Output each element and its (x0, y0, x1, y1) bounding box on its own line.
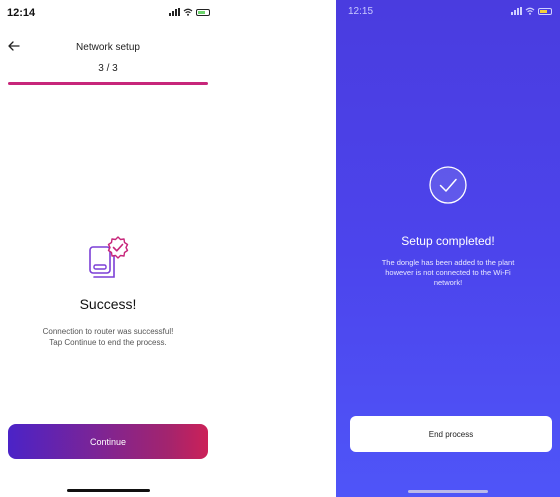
check-circle-icon (429, 166, 467, 204)
progress-fill (8, 82, 208, 85)
end-process-button[interactable]: End process (350, 416, 552, 452)
signal-icon (511, 7, 522, 15)
home-indicator (408, 490, 488, 493)
setup-completed-screen: 12:15 Setup completed! The dongle has be… (336, 0, 560, 497)
setup-message: The dongle has been added to the plant h… (348, 258, 548, 288)
message-line: network! (433, 278, 463, 287)
status-icons (169, 8, 210, 16)
status-bar: 12:14 (0, 0, 216, 26)
success-title: Success! (79, 296, 137, 312)
network-setup-screen: 12:14 Network setup 3 / 3 Success! Conne… (0, 0, 216, 497)
status-bar: 12:15 (336, 0, 560, 26)
message-line: Connection to router was successful! (42, 327, 174, 336)
message-line: Tap Continue to end the process. (49, 338, 167, 347)
continue-button[interactable]: Continue (8, 424, 208, 459)
progress-bar (8, 82, 208, 85)
device-check-icon (89, 236, 129, 278)
setup-title: Setup completed! (401, 234, 495, 248)
home-indicator (67, 489, 150, 492)
status-icons (511, 7, 552, 15)
wifi-icon (183, 8, 193, 16)
screenshot-stage: 12:14 Network setup 3 / 3 Success! Conne… (0, 0, 560, 497)
message-line: The dongle has been added to the plant (381, 258, 515, 267)
signal-icon (169, 8, 180, 16)
battery-icon (196, 8, 210, 16)
success-message: Connection to router was successful! Tap… (10, 326, 206, 348)
battery-icon (538, 7, 552, 15)
wifi-icon (525, 7, 535, 15)
page-title: Network setup (76, 42, 140, 53)
status-time: 12:15 (348, 6, 374, 17)
message-line: however is not connected to the Wi-Fi (385, 268, 511, 277)
status-time: 12:14 (7, 7, 36, 19)
step-indicator: 3 / 3 (98, 63, 118, 74)
